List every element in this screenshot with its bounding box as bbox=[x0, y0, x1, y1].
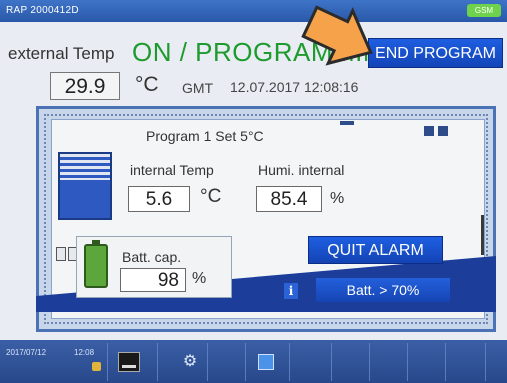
gear-icon[interactable]: ⚙ bbox=[180, 352, 200, 372]
cooling-unit-icon bbox=[58, 152, 112, 220]
humidity-label: Humi. internal bbox=[258, 162, 345, 178]
pointer-arrow-icon bbox=[301, 5, 373, 66]
status-square-icon bbox=[438, 126, 448, 136]
status-square-icon bbox=[424, 126, 434, 136]
taskbar-cell[interactable] bbox=[208, 343, 246, 381]
taskbar-cell[interactable] bbox=[446, 343, 486, 381]
title-bar: RAP 2000412D GSM bbox=[0, 0, 507, 22]
calendar-icon[interactable] bbox=[258, 354, 274, 370]
taskbar-cell[interactable] bbox=[290, 343, 332, 381]
signal-indicator-icon: GSM bbox=[467, 4, 501, 17]
gmt-label: GMT bbox=[182, 80, 214, 96]
current-datetime: 12.07.2017 12:08:16 bbox=[230, 79, 359, 95]
taskbar-time: 12:08 bbox=[74, 348, 95, 357]
end-program-button[interactable]: END PROGRAM bbox=[368, 38, 503, 68]
taskbar-date: 2017/07/12 bbox=[6, 348, 47, 357]
door-indicator-icon bbox=[56, 247, 66, 261]
internal-temp-label: internal Temp bbox=[130, 162, 214, 178]
device-id: RAP 2000412D bbox=[6, 5, 79, 16]
info-icon[interactable]: i bbox=[284, 283, 298, 299]
battery-unit: % bbox=[192, 270, 207, 287]
battery-value: 98 bbox=[120, 268, 186, 292]
external-temp-unit: °C bbox=[135, 73, 159, 96]
battery-status-badge: Batt. > 70% bbox=[316, 278, 450, 302]
program-title: Program 1 Set 5°C bbox=[146, 128, 264, 144]
internal-temp-unit: °C bbox=[200, 186, 222, 207]
taskbar-cell[interactable] bbox=[370, 343, 408, 381]
battery-label: Batt. cap. bbox=[122, 249, 182, 265]
quit-alarm-button[interactable]: QUIT ALARM bbox=[308, 236, 443, 264]
humidity-unit: % bbox=[330, 190, 345, 207]
display-screen: RAP 2000412D GSM external Temp ON / PROG… bbox=[0, 0, 507, 383]
setpoint-marker-icon bbox=[340, 121, 354, 125]
taskbar-cell[interactable] bbox=[332, 343, 370, 381]
storage-icon[interactable] bbox=[118, 352, 140, 372]
door-handle-icon bbox=[481, 215, 484, 255]
lock-icon bbox=[92, 362, 101, 371]
external-temp-label: external Temp bbox=[8, 44, 115, 63]
internal-temp-value: 5.6 bbox=[128, 186, 190, 212]
humidity-value: 85.4 bbox=[256, 186, 322, 212]
external-temp-value: 29.9 bbox=[50, 72, 120, 100]
taskbar-cell[interactable] bbox=[408, 343, 446, 381]
battery-icon bbox=[84, 240, 108, 288]
